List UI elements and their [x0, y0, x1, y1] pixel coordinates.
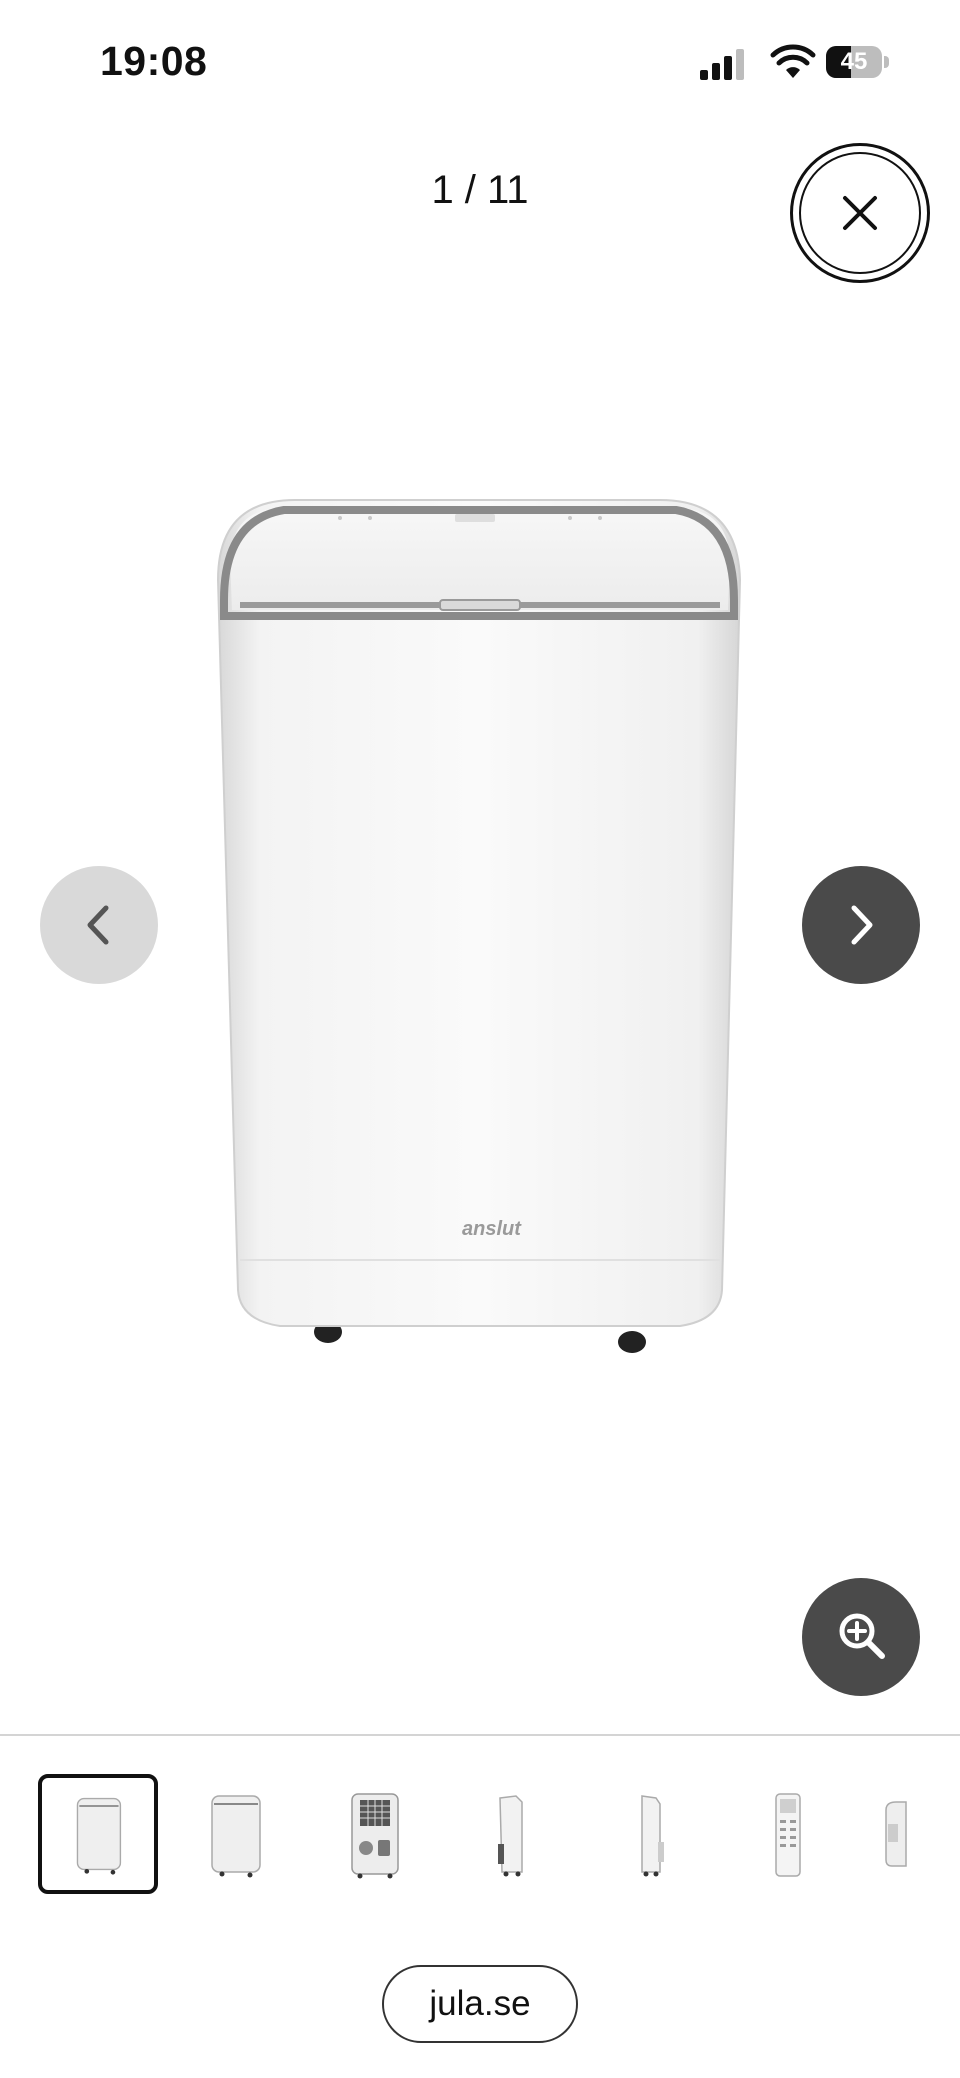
thumbnail-ac-front-angle: [211, 1795, 261, 1878]
thumbnail-divider: [0, 1734, 960, 1736]
chevron-left-icon: [87, 905, 109, 945]
product-image: anslut: [216, 499, 742, 1353]
close-button[interactable]: [790, 143, 930, 283]
thumbnail-ac-side-2: [641, 1795, 664, 1877]
battery-level: 45: [840, 48, 868, 75]
wifi-icon: [770, 44, 816, 78]
thumbnail-7[interactable]: [866, 1774, 960, 1894]
status-time: 19:08: [100, 38, 208, 84]
next-image-button[interactable]: [802, 866, 920, 984]
url-bar[interactable]: jula.se: [382, 1965, 578, 2043]
thumbnail-remote-control: [775, 1793, 801, 1877]
thumbnail-ac-back: [351, 1793, 399, 1879]
thumbnail-ac-side: [498, 1795, 523, 1877]
thumbnail-4[interactable]: [452, 1774, 572, 1894]
chevron-right-icon: [851, 905, 873, 945]
status-bar: 19:08 45: [0, 0, 960, 110]
thumbnail-6[interactable]: [728, 1774, 848, 1894]
thumbnail-strip: [0, 1774, 960, 1898]
thumbnail-detail-partial: [885, 1801, 907, 1867]
thumbnail-2[interactable]: [176, 1774, 296, 1894]
battery-icon: 45: [826, 46, 892, 80]
zoom-in-icon: [839, 1613, 885, 1659]
zoom-button[interactable]: [802, 1578, 920, 1696]
brand-logo: anslut: [462, 1218, 522, 1240]
close-icon: [843, 196, 877, 230]
thumbnail-ac-front: [76, 1797, 122, 1875]
thumbnail-1[interactable]: [38, 1774, 158, 1894]
previous-image-button[interactable]: [40, 866, 158, 984]
cellular-signal-icon: [700, 49, 744, 80]
image-counter: 1 / 11: [431, 168, 529, 212]
thumbnail-5[interactable]: [590, 1774, 710, 1894]
thumbnail-3[interactable]: [314, 1774, 434, 1894]
